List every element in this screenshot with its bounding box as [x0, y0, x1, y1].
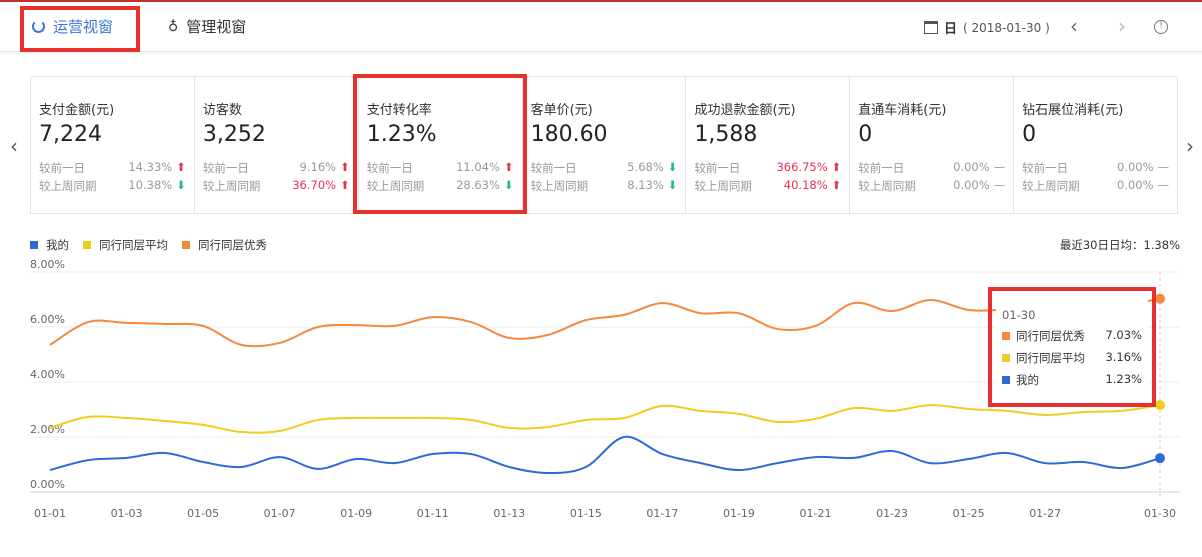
series-line-1 [49, 404, 1161, 434]
y-tick-label: 0.00% [30, 478, 65, 491]
x-tick-label: 01-15 [570, 507, 602, 520]
series-point-0 [1155, 453, 1165, 464]
y-tick-label: 8.00% [30, 258, 65, 271]
x-tick-label: 01-30 [1144, 507, 1176, 520]
y-tick-label: 4.00% [30, 368, 65, 381]
y-tick-label: 6.00% [30, 313, 65, 326]
x-tick-label: 01-27 [1029, 507, 1061, 520]
x-tick-label: 01-21 [800, 507, 832, 520]
line-chart: 0.00%2.00%4.00%6.00%8.00%01-01 01-03 01-05… [30, 258, 1180, 520]
x-tick-label: 01-25 [953, 507, 985, 520]
x-tick-label: 01-03 [111, 507, 143, 520]
x-tick-label: 01-11 [417, 507, 449, 520]
series-point-1 [1155, 400, 1165, 411]
x-tick-label: 01-23 [876, 507, 908, 520]
x-tick-label: 01-07 [264, 507, 296, 520]
series-point-2 [1155, 293, 1165, 304]
highlight-box [988, 287, 1156, 407]
x-tick-label: 01-01 [34, 507, 66, 520]
x-tick-label: 01-09 [340, 507, 372, 520]
x-tick-label: 01-17 [646, 507, 678, 520]
series-line-0 [49, 435, 1161, 475]
x-tick-label: 01-19 [723, 507, 755, 520]
x-tick-label: 01-05 [187, 507, 219, 520]
x-tick-label: 01-13 [493, 507, 525, 520]
